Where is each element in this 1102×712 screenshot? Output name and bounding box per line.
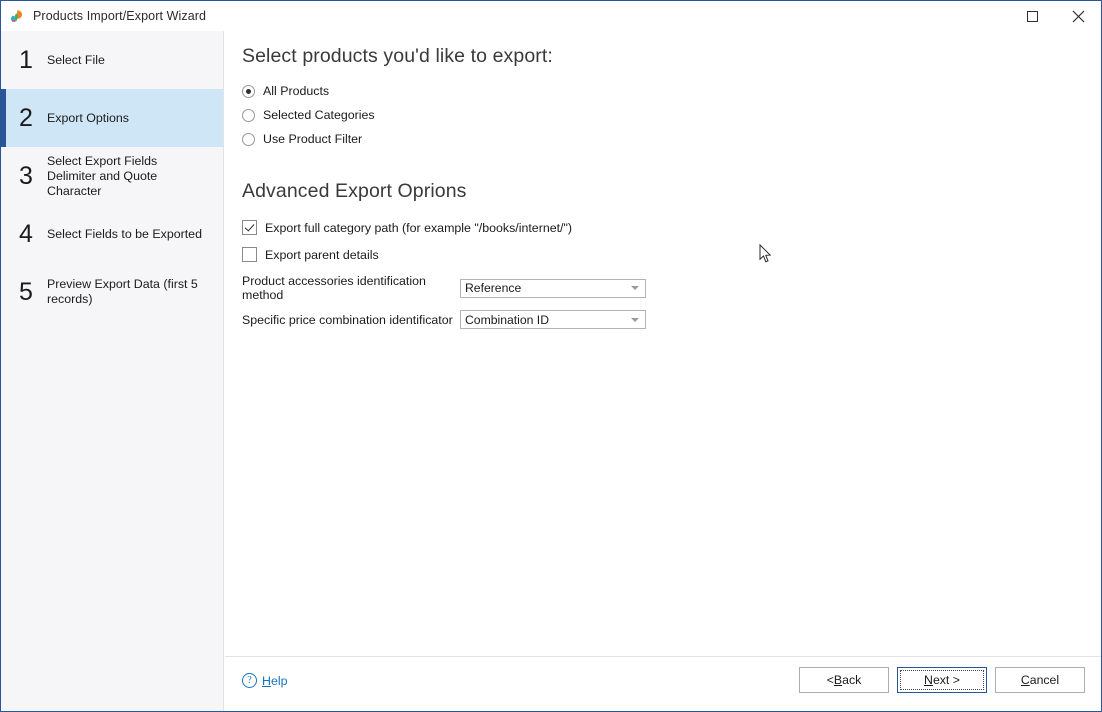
cancel-accel: C (1020, 673, 1030, 687)
help-label: Help (262, 674, 288, 688)
step-label: Select File (47, 52, 105, 67)
radio-selected-categories[interactable]: Selected Categories (242, 105, 1085, 125)
sidebar-item-select-file[interactable]: 1 Select File (1, 31, 223, 89)
checkbox-icon (242, 220, 257, 235)
button-group: < Back Next > Cancel (799, 667, 1085, 693)
field-label: Product accessories identification metho… (242, 274, 426, 302)
title-bar: Products Import/Export Wizard (1, 1, 1101, 31)
field-specific-price-combination: Specific price combination identificator… (242, 310, 1085, 329)
sidebar-item-export-options[interactable]: 2 Export Options (1, 89, 223, 147)
radio-icon (242, 84, 255, 98)
step-label: Preview Export Data (first 5 records) (47, 277, 198, 306)
window-title: Products Import/Export Wizard (33, 9, 207, 23)
dropdown-value: Reference (465, 281, 522, 295)
step-label: Export Options (47, 110, 129, 125)
maximize-icon (1026, 10, 1038, 22)
next-accel: N (924, 673, 933, 687)
dropdown-specific-price-combination[interactable]: Combination ID (460, 310, 646, 329)
cancel-button[interactable]: Cancel (995, 667, 1085, 693)
step-number: 4 (19, 219, 33, 248)
help-link[interactable]: ? Help (242, 673, 288, 688)
next-rest: ext > (932, 673, 960, 687)
step-label: Select Fields to be Exported (47, 226, 202, 241)
checkbox-icon (242, 247, 257, 262)
chevron-down-icon (631, 286, 639, 290)
chevron-down-icon (631, 317, 639, 322)
radio-label: Use Product Filter (263, 132, 363, 146)
field-product-accessories-method: Product accessories identification metho… (242, 274, 1085, 302)
step-label: Select Export Fields Delimiter and Quote… (47, 153, 158, 198)
step-number: 2 (19, 103, 33, 132)
step-number: 3 (19, 161, 33, 190)
checkbox-export-parent-details[interactable]: Export parent details (242, 243, 1085, 266)
next-button[interactable]: Next > (897, 667, 987, 693)
step-number: 5 (19, 277, 33, 306)
radio-all-products[interactable]: All Products (242, 81, 1085, 101)
advanced-options-title: Advanced Export Oprions (242, 180, 467, 202)
leaf-icon (9, 8, 25, 24)
help-accel: H (262, 673, 271, 688)
footer-bar: ? Help < Back Next > Cancel (225, 656, 1101, 711)
window-controls (1009, 1, 1101, 31)
radio-use-product-filter[interactable]: Use Product Filter (242, 129, 1085, 149)
dropdown-product-accessories-method[interactable]: Reference (460, 278, 646, 298)
radio-label: Selected Categories (263, 108, 375, 122)
help-rest: elp (270, 673, 288, 688)
radio-icon (242, 132, 255, 146)
wizard-window: Products Import/Export Wizard 1 Select F… (0, 0, 1102, 712)
maximize-button[interactable] (1009, 1, 1055, 31)
sidebar-item-select-fields[interactable]: 4 Select Fields to be Exported (1, 205, 223, 263)
checkbox-label: Export parent details (265, 247, 379, 262)
back-button[interactable]: < Back (799, 667, 889, 693)
close-icon (1072, 10, 1084, 22)
radio-label: All Products (263, 84, 330, 98)
close-button[interactable] (1055, 1, 1101, 31)
question-circle-icon: ? (242, 673, 257, 688)
cancel-rest: ancel (1029, 673, 1060, 687)
field-label: Specific price combination identificator (242, 312, 453, 327)
sidebar-item-preview-export[interactable]: 5 Preview Export Data (first 5 records) (1, 263, 223, 321)
back-rest: ack (842, 673, 862, 687)
back-prefix: < (826, 673, 834, 687)
checkbox-label: Export full category path (for example "… (265, 220, 573, 235)
back-accel: B (833, 673, 843, 687)
checkbox-export-full-category-path[interactable]: Export full category path (for example "… (242, 216, 1085, 239)
wizard-steps-sidebar: 1 Select File 2 Export Options 3 Select … (1, 31, 224, 711)
step-number: 1 (19, 45, 33, 74)
radio-icon (242, 108, 255, 122)
sidebar-item-delimiter-quote[interactable]: 3 Select Export Fields Delimiter and Quo… (1, 147, 223, 205)
page-title: Select products you'd like to export: (242, 45, 553, 67)
dropdown-value: Combination ID (465, 312, 549, 327)
content-area: Select products you'd like to export: Al… (242, 45, 1085, 651)
main-panel: Select products you'd like to export: Al… (225, 31, 1101, 711)
